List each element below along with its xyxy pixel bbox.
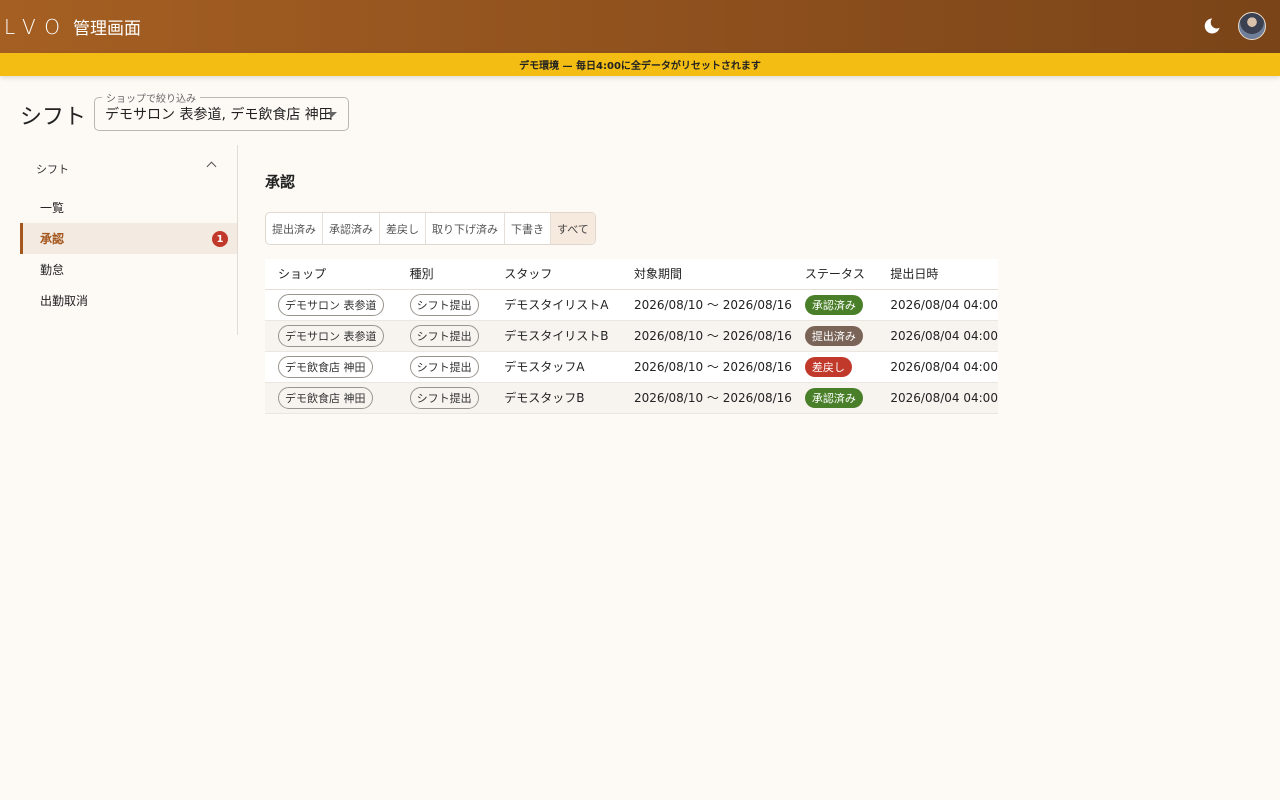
dark-mode-toggle[interactable] [1198,12,1226,40]
column-header-shop[interactable]: ショップ [265,259,397,290]
tab-all[interactable]: すべて [551,213,595,244]
period-cell: 2026/08/10 〜 2026/08/16 [620,320,792,352]
type-cell: シフト提出 [396,382,492,414]
type-chip: シフト提出 [409,293,479,316]
status-badge: 提出済み [804,325,863,346]
sidebar-item-label: 勤怠 [40,263,65,277]
status-cell: 提出済み [791,320,878,352]
period-cell: 2026/08/10 〜 2026/08/16 [620,289,792,321]
app-title: 管理画面 [73,19,142,39]
submitted-cell: 2026/08/04 04:00 [877,320,998,352]
staff-cell: デモスタッフA [491,351,621,383]
type-chip: シフト提出 [409,386,479,409]
staff-cell: デモスタイリストA [491,289,621,321]
status-cell: 差戻し [791,351,878,383]
shop-filter-label: ショップで絞り込み [102,90,200,105]
sidebar-item-label: 承認 [40,232,65,246]
submitted-cell: 2026/08/04 04:00 [877,289,998,321]
shop-cell: デモ飲食店 神田 [265,351,397,383]
caret-down-icon [327,112,337,117]
sidebar-item-approval[interactable]: 承認 1 [20,223,237,254]
status-badge: 差戻し [804,356,852,377]
type-chip: シフト提出 [409,324,479,347]
column-header-period[interactable]: 対象期間 [620,259,792,290]
table-row[interactable]: デモ飲食店 神田 シフト提出 デモスタッフB 2026/08/10 〜 2026… [265,382,998,414]
status-badge: 承認済み [804,387,863,408]
app-logo[interactable]: LVO [4,15,69,39]
period-cell: 2026/08/10 〜 2026/08/16 [620,382,792,414]
tab-draft[interactable]: 下書き [505,213,551,244]
page-title: シフト [20,105,87,130]
period-cell: 2026/08/10 〜 2026/08/16 [620,351,792,383]
status-cell: 承認済み [791,289,878,321]
shop-filter-select[interactable]: ショップで絞り込み デモサロン 表参道, デモ飲食店 神田 [94,90,349,131]
shop-chip: デモ飲食店 神田 [278,386,373,409]
submitted-cell: 2026/08/04 04:00 [877,382,998,414]
submitted-cell: 2026/08/04 04:00 [877,351,998,383]
shop-cell: デモ飲食店 神田 [265,382,397,414]
type-cell: シフト提出 [396,289,492,321]
sidebar-item-label: 一覧 [40,201,65,215]
moon-icon [1204,18,1220,34]
user-avatar[interactable] [1238,12,1266,40]
table-row[interactable]: デモ飲食店 神田 シフト提出 デモスタッフA 2026/08/10 〜 2026… [265,351,998,383]
table-row[interactable]: デモサロン 表参道 シフト提出 デモスタイリストA 2026/08/10 〜 2… [265,289,998,321]
shop-filter-value: デモサロン 表参道, デモ飲食店 神田 [105,107,333,123]
shop-chip: デモ飲食店 神田 [278,355,373,378]
approval-count-badge: 1 [212,231,228,247]
approval-table: ショップ 種別 スタッフ 対象期間 ステータス 提出日時 デモサロン 表参道 シ… [265,259,998,414]
tab-withdrawn[interactable]: 取り下げ済み [426,213,505,244]
column-header-status[interactable]: ステータス [791,259,878,290]
status-cell: 承認済み [791,382,878,414]
shop-cell: デモサロン 表参道 [265,289,397,321]
demo-banner: デモ環境 — 毎日4:00に全データがリセットされます [0,53,1280,76]
sidebar-group-label: シフト [36,162,69,176]
column-header-staff[interactable]: スタッフ [491,259,621,290]
tab-rejected[interactable]: 差戻し [380,213,426,244]
tab-approved[interactable]: 承認済み [323,213,380,244]
sidebar-item-cancel-attendance[interactable]: 出勤取消 [20,285,237,316]
type-chip: シフト提出 [409,355,479,378]
tab-submitted[interactable]: 提出済み [266,213,323,244]
table-header-row: ショップ 種別 スタッフ 対象期間 ステータス 提出日時 [265,259,998,290]
staff-cell: デモスタイリストB [491,320,621,352]
app-bar-actions [1198,12,1266,40]
type-cell: シフト提出 [396,351,492,383]
table-row[interactable]: デモサロン 表参道 シフト提出 デモスタイリストB 2026/08/10 〜 2… [265,320,998,352]
chevron-up-icon [206,161,217,172]
status-filter-tabs: 提出済み 承認済み 差戻し 取り下げ済み 下書き すべて [265,212,596,245]
status-badge: 承認済み [804,294,863,315]
section-title: 承認 [265,173,296,191]
staff-cell: デモスタッフB [491,382,621,414]
sidebar-item-list[interactable]: 一覧 [20,192,237,223]
shop-chip: デモサロン 表参道 [278,324,384,347]
demo-banner-text: デモ環境 — 毎日4:00に全データがリセットされます [519,61,761,72]
shop-chip: デモサロン 表参道 [278,293,384,316]
sidebar-item-label: 出勤取消 [40,294,89,308]
sidebar-item-attendance[interactable]: 勤怠 [20,254,237,285]
type-cell: シフト提出 [396,320,492,352]
shop-cell: デモサロン 表参道 [265,320,397,352]
column-header-submitted[interactable]: 提出日時 [877,259,998,290]
sidebar-group-shift[interactable]: シフト [20,145,237,192]
app-bar: LVO 管理画面 [0,0,1280,53]
column-header-type[interactable]: 種別 [396,259,492,290]
sidebar: シフト 一覧 承認 1 勤怠 出勤取消 [20,145,238,335]
